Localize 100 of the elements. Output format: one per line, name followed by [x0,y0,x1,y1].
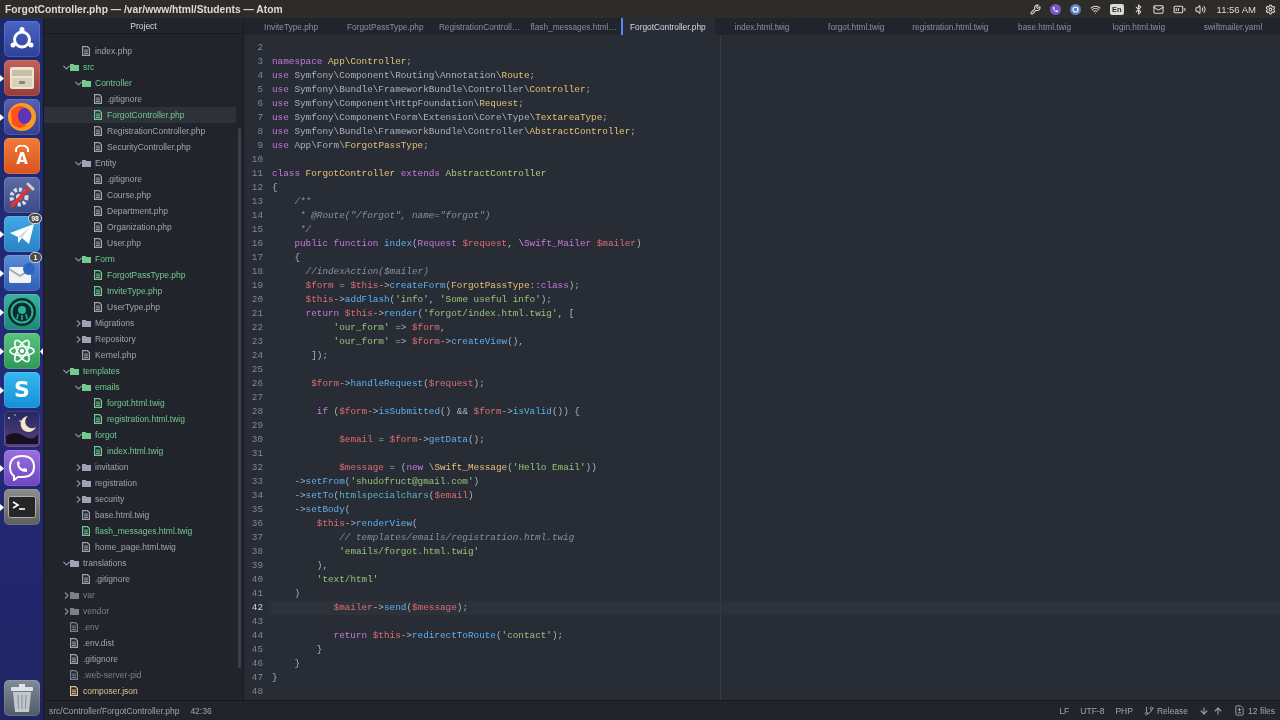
atom-icon [9,338,35,364]
file-item[interactable]: Kernel.php [44,347,236,363]
folder-item[interactable]: forgot [44,427,236,443]
volume-icon[interactable] [1194,3,1206,15]
tab[interactable]: forgot.html.twig [809,18,904,35]
code-line: $email = $form->getData(); [339,433,485,447]
file-item[interactable]: InviteType.php [44,283,236,299]
code-line: $message = (new \Swift_Message('Hello Email')) [339,461,597,475]
tab[interactable]: InviteType.php [244,18,339,35]
scrollbar-thumb[interactable] [238,128,241,668]
file-item[interactable]: ForgotController.php [44,107,236,123]
file-item[interactable]: Department.php [44,203,236,219]
file-item[interactable]: registration.html.twig [44,411,236,427]
line-number: 48 [250,685,264,699]
disc-icon [8,298,36,326]
file-item[interactable]: RegistrationController.php [44,123,236,139]
file-item[interactable]: SecurityController.php [44,139,236,155]
tab[interactable]: base.html.twig [997,18,1092,35]
code-line: class ForgotController extends AbstractController [272,167,547,181]
line-number: 8 [256,125,264,139]
disc-icon[interactable] [1069,3,1081,15]
file-item[interactable]: index.php [44,43,236,59]
launcher-button[interactable] [4,294,40,330]
folder-item[interactable]: emails [44,379,236,395]
launcher-button[interactable] [4,177,40,213]
file-item[interactable]: .web-server-pid [44,667,236,683]
launcher-button[interactable] [4,489,40,525]
tab[interactable]: swiftmailer.yaml [1185,18,1280,35]
tab[interactable]: registration.html.twig [903,18,998,35]
folder-item[interactable]: vendor [44,603,236,619]
file-item[interactable]: index.html.twig [44,443,236,459]
tab[interactable]: login.html.twig [1091,18,1186,35]
tab[interactable]: RegistrationControll… [432,18,527,35]
file-item[interactable]: ForgotPassType.php [44,267,236,283]
tab[interactable]: index.html.twig [714,18,810,35]
settings-icon[interactable] [1265,3,1276,15]
changed-files-button[interactable]: 12 files [1234,705,1275,716]
line-number: 44 [250,629,264,643]
file-item[interactable]: Course.php [44,187,236,203]
line-number: 16 [250,237,264,251]
file-item[interactable]: .gitignore [44,571,236,587]
file-path[interactable]: src/Controller/ForgotController.php [49,705,180,716]
line-number: 19 [250,279,264,293]
arrow-down-icon[interactable] [1199,705,1210,716]
file-item[interactable]: .gitignore [44,651,236,667]
code-line: $mailer->send($message); [333,601,468,615]
line-number: 5 [256,83,264,97]
arrow-up-icon[interactable] [1213,705,1224,716]
window-title: ForgotController.php — /var/www/html/Students — Atom [5,3,283,15]
file-item[interactable]: .env [44,619,236,635]
file-item[interactable]: UserType.php [44,299,236,315]
folder-item[interactable]: security [44,491,236,507]
file-item[interactable]: base.html.twig [44,507,236,523]
folder-item[interactable]: Repository [44,331,236,347]
tab[interactable]: ForgotPassType.php [338,18,433,35]
line-number: 37 [250,531,264,545]
launcher-button[interactable] [4,411,40,447]
file-item[interactable]: forgot.html.twig [44,395,236,411]
file-item[interactable]: .gitignore [44,171,236,187]
clock[interactable]: 11:56 AM [1216,3,1256,15]
line-number: 32 [250,461,264,475]
drawer-icon [10,67,34,89]
launcher-button[interactable] [4,216,40,252]
launcher-button[interactable] [4,450,40,486]
line-number: 30 [250,433,264,447]
code-line: ]); [311,349,328,363]
folder-item[interactable]: Form [44,251,236,267]
line-number: 40 [250,573,264,587]
folder-item[interactable]: templates [44,363,236,379]
code-line: public function index(Request $request, \Swift_Mailer $mailer) [294,237,642,251]
grammar[interactable]: PHP [1115,705,1133,716]
file-item[interactable]: home_page.html.twig [44,539,236,555]
file-item[interactable]: .env.dist [44,635,236,651]
folder-item[interactable]: Entity [44,155,236,171]
branch-selector[interactable]: Release [1143,705,1189,716]
folder-item[interactable]: var [44,587,236,603]
project-tab[interactable]: Project [130,20,157,31]
folder-item[interactable]: translations [44,555,236,571]
folder-item[interactable]: invitation [44,459,236,475]
tab[interactable]: ForgotController.php [620,18,715,35]
encoding[interactable]: UTF-8 [1080,705,1105,716]
file-item[interactable]: composer.json [44,683,236,699]
folder-item[interactable]: registration [44,475,236,491]
file-item[interactable]: flash_messages.html.twig [44,523,236,539]
launcher-button[interactable]: A [4,138,40,174]
mail-icon[interactable] [1152,3,1164,15]
launcher-button[interactable] [4,255,40,291]
file-item[interactable]: .gitignore [44,91,236,107]
tab[interactable]: flash_messages.html… [526,18,621,35]
folder-item[interactable]: src [44,59,236,75]
file-item[interactable]: User.php [44,235,236,251]
wifi-icon[interactable] [1089,3,1101,15]
folder-item[interactable]: Migrations [44,315,236,331]
line-ending[interactable]: LF [1059,705,1070,716]
phone-icon[interactable] [1049,3,1061,15]
folder-item[interactable]: Controller [44,75,236,91]
wrench-icon[interactable] [1029,3,1041,15]
cursor-position[interactable]: 42:36 [190,705,212,716]
file-item[interactable]: Organization.php [44,219,236,235]
launcher-button[interactable] [4,21,40,57]
